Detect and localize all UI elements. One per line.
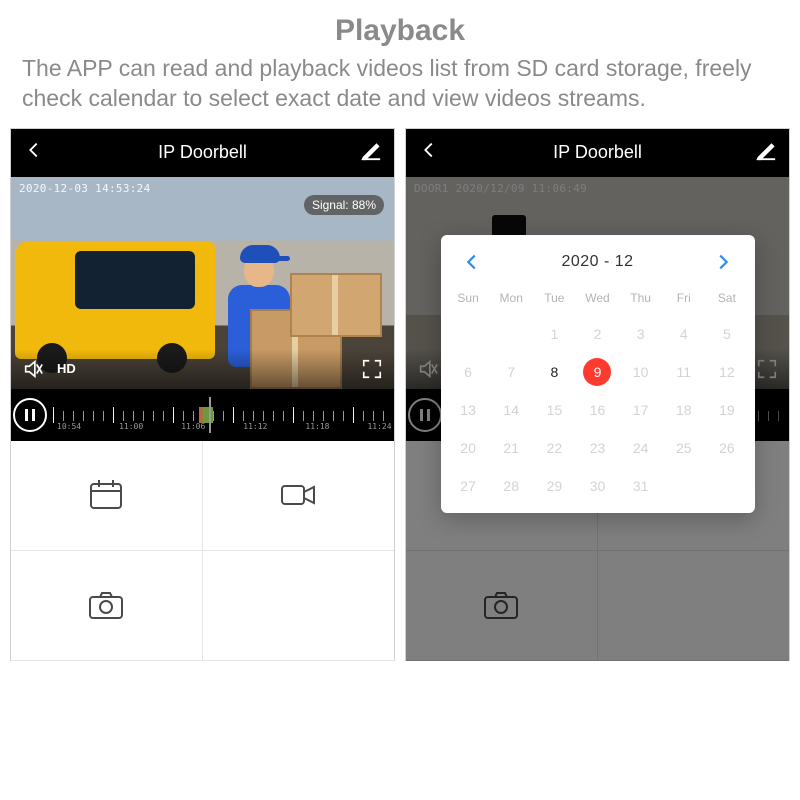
calendar-day[interactable]: 26 — [705, 429, 748, 467]
calendar-day[interactable]: 9 — [576, 353, 619, 391]
timeline-tick: 11:06 — [181, 422, 205, 431]
calendar-dayname: Sun — [447, 285, 490, 315]
calendar-day — [705, 467, 748, 505]
calendar-day[interactable]: 5 — [705, 315, 748, 353]
timeline-tick: 10:54 — [57, 422, 81, 431]
calendar-dayname: Thu — [619, 285, 662, 315]
dual-phone-preview: IP Doorbell 2020-12-03 14:53:24 Signal: … — [0, 128, 800, 661]
page-title: Playback — [0, 0, 800, 54]
calendar-day[interactable]: 30 — [576, 467, 619, 505]
calendar-day[interactable]: 13 — [447, 391, 490, 429]
edit-icon[interactable] — [755, 139, 777, 166]
calendar-dayname: Mon — [490, 285, 533, 315]
calendar-day[interactable]: 8 — [533, 353, 576, 391]
mute-icon[interactable] — [19, 355, 47, 383]
calendar-dayname: Fri — [662, 285, 705, 315]
calendar-day[interactable]: 18 — [662, 391, 705, 429]
calendar-day[interactable]: 29 — [533, 467, 576, 505]
next-month-icon[interactable] — [712, 251, 734, 273]
record-button[interactable] — [203, 441, 395, 551]
back-icon[interactable] — [418, 139, 440, 166]
calendar-day[interactable]: 6 — [447, 353, 490, 391]
calendar-day[interactable]: 20 — [447, 429, 490, 467]
timeline-tick: 11:24 — [367, 422, 391, 431]
timeline-bar[interactable]: 10:54 11:00 11:06 11:12 11:18 11:24 — [11, 389, 394, 441]
calendar-grid: SunMonTueWedThuFriSat1234567891011121314… — [447, 285, 749, 505]
edit-icon[interactable] — [360, 139, 382, 166]
calendar-day[interactable]: 2 — [576, 315, 619, 353]
calendar-day — [447, 315, 490, 353]
calendar-dayname: Tue — [533, 285, 576, 315]
calendar-button[interactable] — [11, 441, 203, 551]
calendar-popup: 2020 - 12 SunMonTueWedThuFriSat123456789… — [441, 235, 755, 513]
calendar-day[interactable]: 7 — [490, 353, 533, 391]
video-timestamp: 2020-12-03 14:53:24 — [19, 182, 151, 195]
calendar-day[interactable]: 4 — [662, 315, 705, 353]
header-title: IP Doorbell — [158, 142, 247, 163]
calendar-month-label: 2020 - 12 — [561, 253, 633, 271]
calendar-day[interactable]: 19 — [705, 391, 748, 429]
calendar-day[interactable]: 23 — [576, 429, 619, 467]
pause-button[interactable] — [13, 398, 47, 432]
timeline-tick-labels: 10:54 11:00 11:06 11:12 11:18 11:24 — [53, 422, 392, 431]
phone-right: IP Doorbell DOOR1 2020/12/09 11:06:49 — [405, 128, 790, 661]
timeline-tick: 11:12 — [243, 422, 267, 431]
calendar-day[interactable]: 21 — [490, 429, 533, 467]
app-header: IP Doorbell — [11, 129, 394, 177]
calendar-day[interactable]: 14 — [490, 391, 533, 429]
calendar-day[interactable]: 27 — [447, 467, 490, 505]
calendar-day[interactable]: 25 — [662, 429, 705, 467]
calendar-day[interactable]: 17 — [619, 391, 662, 429]
fullscreen-icon[interactable] — [358, 355, 386, 383]
calendar-day[interactable]: 3 — [619, 315, 662, 353]
snapshot-button[interactable] — [11, 551, 203, 661]
calendar-day[interactable]: 28 — [490, 467, 533, 505]
back-icon[interactable] — [23, 139, 45, 166]
page-description: The APP can read and playback videos lis… — [0, 54, 800, 128]
empty-cell — [203, 551, 395, 661]
app-header: IP Doorbell — [406, 129, 789, 177]
tool-grid — [11, 441, 394, 661]
calendar-day[interactable]: 11 — [662, 353, 705, 391]
prev-month-icon[interactable] — [461, 251, 483, 273]
calendar-day — [662, 467, 705, 505]
calendar-day[interactable]: 31 — [619, 467, 662, 505]
calendar-day — [490, 315, 533, 353]
header-title: IP Doorbell — [553, 142, 642, 163]
signal-badge: Signal: 88% — [304, 195, 384, 215]
timeline-tick: 11:18 — [305, 422, 329, 431]
calendar-day[interactable]: 22 — [533, 429, 576, 467]
video-controls-overlay: HD — [11, 349, 394, 389]
calendar-day[interactable]: 16 — [576, 391, 619, 429]
timeline-tick: 11:00 — [119, 422, 143, 431]
calendar-day[interactable]: 15 — [533, 391, 576, 429]
video-player[interactable]: 2020-12-03 14:53:24 Signal: 88% HD — [11, 177, 394, 389]
calendar-dayname: Wed — [576, 285, 619, 315]
calendar-dayname: Sat — [705, 285, 748, 315]
calendar-day[interactable]: 1 — [533, 315, 576, 353]
quality-label[interactable]: HD — [57, 361, 76, 376]
calendar-day[interactable]: 24 — [619, 429, 662, 467]
phone-left: IP Doorbell 2020-12-03 14:53:24 Signal: … — [10, 128, 395, 661]
calendar-day[interactable]: 10 — [619, 353, 662, 391]
timeline-ruler[interactable]: 10:54 11:00 11:06 11:12 11:18 11:24 — [53, 397, 392, 433]
calendar-day[interactable]: 12 — [705, 353, 748, 391]
